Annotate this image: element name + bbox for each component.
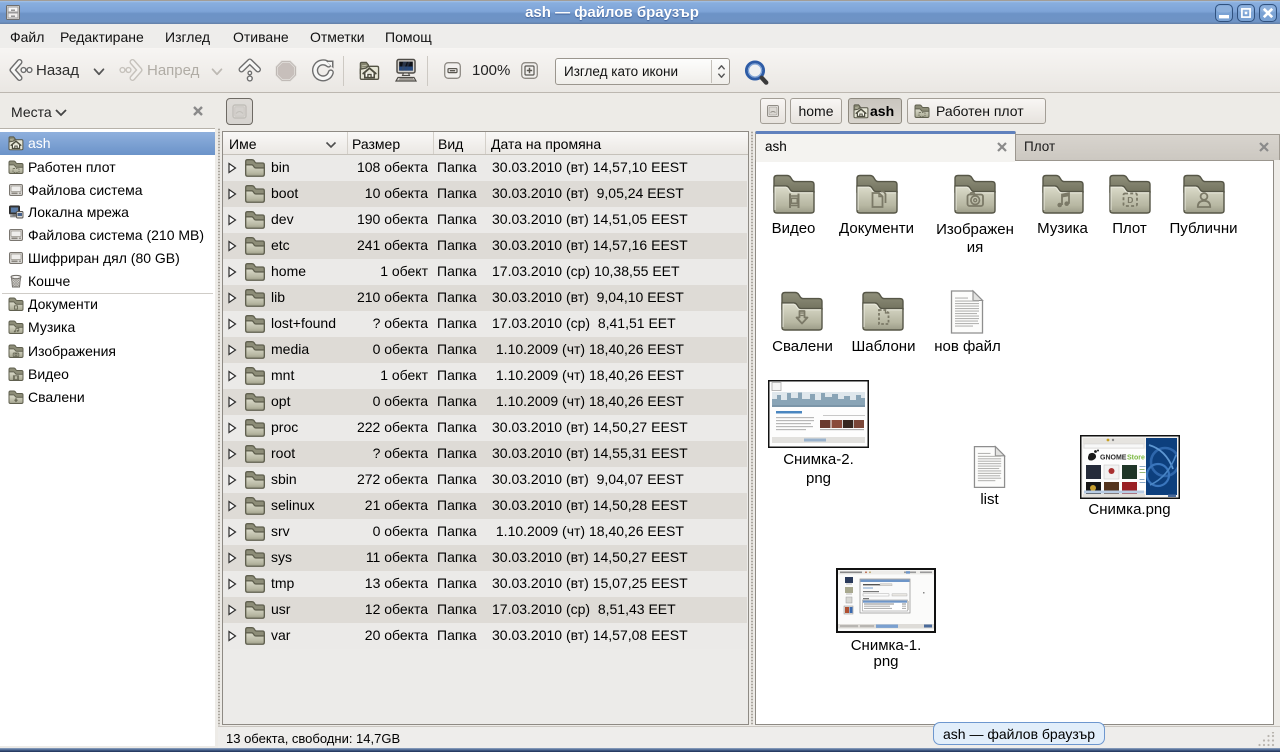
svg-text:GNOME: GNOME	[1100, 455, 1127, 462]
svg-text:Store: Store	[1127, 455, 1145, 462]
svg-text:D: D	[1127, 195, 1133, 205]
